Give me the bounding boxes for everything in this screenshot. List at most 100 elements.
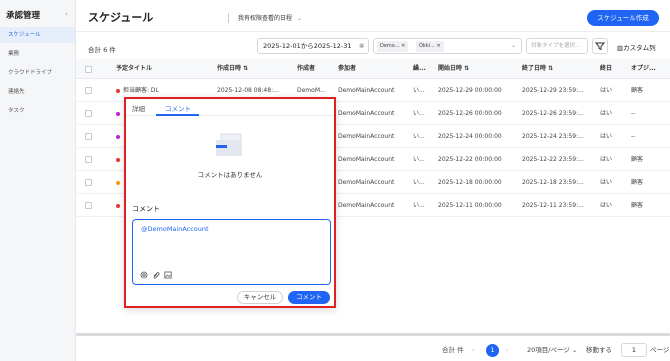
select-all-checkbox[interactable] bbox=[85, 66, 92, 73]
repeat-cell: い... bbox=[413, 156, 425, 163]
column-header[interactable]: 作成者 bbox=[297, 59, 315, 79]
image-icon[interactable] bbox=[164, 271, 172, 279]
next-page-icon[interactable]: › bbox=[506, 340, 509, 360]
goto-page-input[interactable]: 1 bbox=[621, 343, 647, 357]
column-header[interactable]: 予定タイトル bbox=[116, 59, 152, 79]
column-header-label: 終了日時 bbox=[522, 65, 547, 72]
view-select[interactable]: 我有权限查看的日程 ⌄ bbox=[238, 13, 302, 22]
participant-cell: DemoMainAccount bbox=[338, 87, 395, 94]
column-header[interactable]: 開始日時 ⇅ bbox=[438, 59, 469, 79]
filter-icon bbox=[594, 42, 606, 51]
object-type-select[interactable]: 対象タイプを選択... bbox=[526, 38, 588, 54]
mention-icon[interactable] bbox=[140, 271, 148, 279]
sidebar: 承認管理 ‹ スケジュール 業務 クラウドドライブ 連絡先 タスク bbox=[0, 0, 76, 361]
record-count: 合計 6 件 bbox=[88, 46, 116, 54]
allday-cell: はい bbox=[600, 110, 613, 117]
color-dot bbox=[116, 203, 120, 208]
column-header[interactable]: 参加者 bbox=[338, 59, 356, 79]
column-header[interactable]: 終日 bbox=[600, 59, 612, 79]
column-header[interactable]: 作成日時 ⇅ bbox=[217, 59, 248, 79]
column-header[interactable]: 繰... bbox=[413, 59, 426, 79]
table-header: 予定タイトル 作成日時 ⇅ 作成者 参加者 繰... 開始日時 ⇅ 終了日時 ⇅… bbox=[76, 59, 670, 79]
object-cell: -- bbox=[631, 133, 636, 140]
start-cell: 2025-12-22 00:00:00 bbox=[438, 156, 502, 163]
prev-page-icon[interactable]: ‹ bbox=[472, 340, 475, 360]
chevron-down-icon: ⌄ bbox=[296, 15, 302, 22]
title-divider bbox=[228, 13, 229, 23]
repeat-cell: い... bbox=[413, 202, 425, 209]
object-cell: -- bbox=[631, 110, 636, 117]
cancel-button[interactable]: キャンセル bbox=[237, 291, 283, 304]
end-cell: 2025-12-18 23:59:... bbox=[522, 179, 584, 186]
column-header[interactable]: 終了日時 ⇅ bbox=[522, 59, 553, 79]
date-range-picker[interactable]: 2025-12-01から2025-12-31 ▦ bbox=[257, 38, 369, 54]
chevron-down-icon: ⌄ bbox=[510, 42, 516, 49]
header-divider bbox=[76, 31, 670, 32]
end-cell: 2025-12-11 23:59:... bbox=[522, 202, 584, 209]
tab-details[interactable]: 詳細 bbox=[132, 103, 145, 113]
end-cell: 2025-12-29 23:59:... bbox=[522, 87, 584, 94]
participant-cell: DemoMainAccount bbox=[338, 202, 395, 209]
row-checkbox[interactable] bbox=[85, 110, 92, 117]
date-range-value: 2025-12-01から2025-12-31 bbox=[263, 42, 352, 50]
collapse-icon[interactable]: ‹ bbox=[65, 10, 68, 18]
allday-cell: はい bbox=[600, 179, 613, 186]
submit-comment-button[interactable]: コメント bbox=[288, 291, 330, 304]
sidebar-item-business[interactable]: 業務 bbox=[0, 46, 75, 62]
pagination: 合計 件 ‹ 1 › 20項目/ページ ⌄ 移動する 1 ページ bbox=[76, 340, 670, 360]
participant-cell: DemoMainAccount bbox=[338, 179, 395, 186]
sidebar-item-tasks[interactable]: タスク bbox=[0, 103, 75, 119]
row-checkbox[interactable] bbox=[85, 87, 92, 94]
page-size-label: 20項目/ページ bbox=[527, 346, 570, 354]
page-size-select[interactable]: 20項目/ページ ⌄ bbox=[527, 340, 577, 360]
participant-select[interactable]: Demo... ✕ Okki... ✕ ⌄ bbox=[373, 38, 522, 54]
repeat-cell: い... bbox=[413, 87, 425, 94]
color-dot bbox=[116, 111, 120, 116]
attach-icon[interactable] bbox=[152, 271, 160, 279]
object-cell: 顧客 bbox=[631, 179, 644, 186]
allday-cell: はい bbox=[600, 133, 613, 140]
allday-cell: はい bbox=[600, 156, 613, 163]
view-select-label: 我有权限查看的日程 bbox=[238, 15, 293, 22]
object-cell: 顧客 bbox=[631, 202, 644, 209]
start-cell: 2025-12-26 00:00:00 bbox=[438, 110, 502, 117]
empty-state-text: コメントはありません bbox=[197, 171, 263, 179]
tag-label: Okki... bbox=[419, 43, 435, 49]
row-checkbox[interactable] bbox=[85, 133, 92, 140]
sort-icon[interactable]: ⇅ bbox=[462, 65, 469, 72]
sort-icon[interactable]: ⇅ bbox=[546, 65, 553, 72]
comment-textarea[interactable]: @DemoMainAccount bbox=[132, 219, 331, 285]
horizontal-scrollbar[interactable] bbox=[76, 333, 670, 336]
close-icon[interactable]: ✕ bbox=[401, 43, 405, 49]
sidebar-item-contacts[interactable]: 連絡先 bbox=[0, 84, 75, 100]
repeat-cell: い... bbox=[413, 179, 425, 186]
sort-icon[interactable]: ⇅ bbox=[241, 65, 248, 72]
sidebar-title: 承認管理 bbox=[6, 11, 41, 21]
color-dot bbox=[116, 180, 120, 185]
row-checkbox[interactable] bbox=[85, 179, 92, 186]
participant-cell: DemoMainAccount bbox=[338, 156, 395, 163]
page-1-button[interactable]: 1 bbox=[486, 344, 499, 357]
sidebar-item-schedule[interactable]: スケジュール bbox=[0, 27, 75, 43]
close-icon[interactable]: ✕ bbox=[436, 43, 440, 49]
participant-cell: DemoMainAccount bbox=[338, 110, 395, 117]
repeat-cell: い... bbox=[413, 110, 425, 117]
start-cell: 2025-12-11 00:00:00 bbox=[438, 202, 502, 209]
chevron-down-icon: ⌄ bbox=[569, 346, 578, 354]
comment-popover: 詳細 コメント コメントはありません コメント @DemoMainAccount… bbox=[124, 97, 336, 308]
sidebar-item-cloud-drive[interactable]: クラウドドライブ bbox=[0, 65, 75, 81]
row-checkbox[interactable] bbox=[85, 156, 92, 163]
filter-button[interactable] bbox=[592, 38, 608, 54]
end-cell: 2025-12-26 23:59:... bbox=[522, 110, 584, 117]
comment-label: コメント bbox=[132, 205, 160, 213]
selected-tag: Okki... ✕ bbox=[416, 41, 444, 52]
active-tab-indicator bbox=[156, 114, 199, 116]
column-header[interactable]: オプジ... bbox=[631, 59, 656, 79]
tab-comments[interactable]: コメント bbox=[165, 103, 191, 113]
end-cell: 2025-12-22 23:59:... bbox=[522, 156, 584, 163]
row-checkbox[interactable] bbox=[85, 202, 92, 209]
mention-text: @DemoMainAccount bbox=[141, 225, 209, 233]
create-schedule-button[interactable]: スケジュール作成 bbox=[587, 10, 659, 26]
goto-label: 移動する bbox=[586, 346, 612, 354]
custom-columns-button[interactable]: ▥カスタム列 bbox=[617, 42, 656, 52]
